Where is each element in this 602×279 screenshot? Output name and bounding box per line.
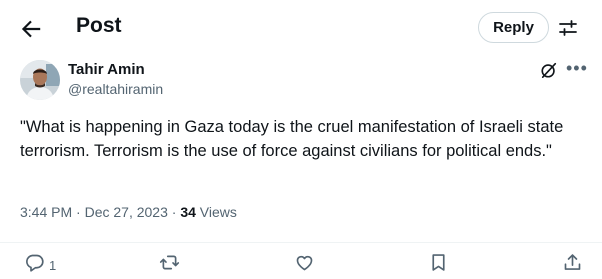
repost-icon[interactable] (159, 252, 180, 278)
meta-separator: · (167, 204, 181, 220)
post-time[interactable]: 3:44 PM (20, 204, 72, 220)
grok-icon[interactable] (540, 61, 558, 79)
repost-action[interactable] (159, 254, 180, 276)
post-date[interactable]: Dec 27, 2023 (85, 204, 168, 220)
author-name[interactable]: Tahir Amin (68, 61, 145, 78)
post-text: "What is happening in Gaza today is the … (20, 118, 564, 160)
back-arrow-icon[interactable] (18, 16, 44, 42)
avatar[interactable] (20, 60, 60, 100)
reply-button[interactable]: Reply (478, 12, 549, 43)
reply-count: 1 (49, 257, 57, 273)
reply-action[interactable]: 1 (24, 254, 56, 276)
author-handle[interactable]: @realtahiramin (68, 81, 163, 97)
post-meta: 3:44 PM · Dec 27, 2023 · 34 Views (20, 204, 237, 220)
views-label: Views (195, 204, 237, 220)
share-icon[interactable] (562, 252, 583, 278)
like-action[interactable] (294, 254, 315, 276)
meta-separator: · (72, 204, 85, 220)
bookmark-action[interactable] (428, 254, 449, 276)
page-title: Post (76, 14, 122, 37)
like-icon[interactable] (294, 252, 315, 278)
reply-icon[interactable] (24, 252, 45, 278)
conversation-settings-icon[interactable] (558, 18, 578, 38)
post-header: Post Reply (0, 0, 602, 56)
share-action[interactable] (562, 254, 583, 276)
views-count: 34 (180, 204, 196, 220)
more-icon[interactable]: ••• (566, 58, 588, 79)
bookmark-icon[interactable] (428, 252, 449, 278)
divider (0, 242, 602, 243)
